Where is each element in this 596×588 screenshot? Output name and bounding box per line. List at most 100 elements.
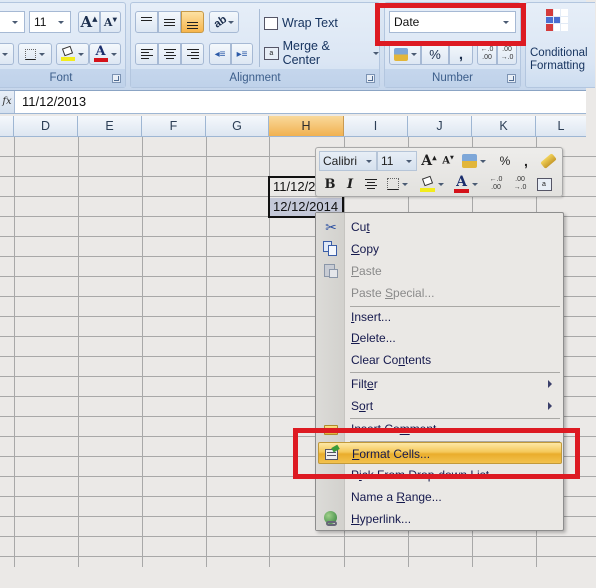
mini-borders-button[interactable]	[384, 174, 410, 194]
align-center-icon	[163, 49, 176, 59]
chevron-down-icon	[12, 21, 18, 24]
increase-indent-button[interactable]: ▸≡	[231, 43, 253, 65]
accounting-format-button[interactable]	[389, 43, 421, 65]
percent-style-button[interactable]: %	[421, 43, 449, 65]
menu-item-insert[interactable]: Insert...	[318, 306, 562, 328]
fx-icon: fx	[2, 96, 12, 107]
dialog-launcher-icon[interactable]	[112, 74, 121, 83]
chevron-down-icon	[373, 51, 379, 55]
bold-dropdown-button[interactable]	[0, 43, 14, 65]
shrink-font-icon: A▼	[442, 155, 454, 167]
fill-color-button[interactable]	[56, 43, 89, 65]
column-header-d[interactable]: D	[14, 116, 78, 136]
format-cells-highlight-box	[293, 428, 580, 479]
increase-decimal-button[interactable]: ←.0.00	[477, 43, 497, 65]
row-header-corner[interactable]	[0, 116, 14, 136]
context-menu: ✂ Cut Copy Paste Paste Special... Insert…	[315, 212, 564, 531]
column-gridline	[142, 137, 143, 567]
font-color-button[interactable]: A	[89, 43, 121, 65]
mini-accounting-button[interactable]	[459, 151, 489, 171]
column-header-f[interactable]: F	[142, 116, 206, 136]
menu-item-sort[interactable]: Sort	[318, 395, 562, 417]
menu-item-cut[interactable]: ✂ Cut	[318, 216, 562, 238]
menu-item-delete[interactable]: Delete...	[318, 327, 562, 349]
align-center-icon	[365, 179, 377, 189]
menu-item-filter[interactable]: Filter	[318, 373, 562, 395]
conditional-formatting-label-2: Formatting	[530, 60, 585, 72]
insert-function-button[interactable]: fx	[0, 91, 15, 113]
borders-icon	[386, 178, 399, 190]
borders-button[interactable]	[18, 43, 52, 65]
comma-label: ,	[524, 153, 528, 169]
mini-font-color-button[interactable]: A	[452, 174, 480, 194]
column-gridline	[14, 137, 15, 567]
text-orientation-icon: ab	[211, 13, 229, 31]
menu-item-copy[interactable]: Copy	[318, 238, 562, 260]
mini-italic-button[interactable]: I	[342, 174, 358, 194]
comma-style-button[interactable]: ,	[449, 43, 473, 65]
orientation-button[interactable]: ab	[209, 11, 239, 33]
decrease-decimal-button[interactable]: .00 →.0	[497, 43, 517, 65]
scissors-icon: ✂	[325, 219, 337, 235]
number-group-label: Number	[385, 69, 520, 87]
menu-item-paste-special[interactable]: Paste Special...	[318, 282, 562, 304]
wrap-text-button[interactable]: Wrap Text	[264, 13, 338, 33]
merge-center-icon: a	[264, 46, 279, 60]
mini-font-name-combo[interactable]: Calibri	[319, 151, 377, 171]
column-header-i[interactable]: I	[344, 116, 408, 136]
decrease-indent-button[interactable]: ◂≡	[209, 43, 231, 65]
number-format-highlight-box	[375, 3, 526, 46]
mini-font-size-combo[interactable]: 11	[377, 151, 417, 171]
align-middle-button[interactable]	[158, 11, 181, 33]
mini-bold-button[interactable]: B	[321, 174, 339, 194]
mini-comma-button[interactable]: ,	[519, 151, 533, 171]
mini-decrease-decimal-button[interactable]: .00 →.0	[510, 174, 530, 194]
formula-input[interactable]: 11/12/2013	[22, 91, 86, 113]
font-size-combo[interactable]: 11	[29, 11, 71, 33]
menu-item-clear-contents[interactable]: Clear Contents	[318, 349, 562, 371]
column-header-h[interactable]: H	[269, 116, 344, 136]
dialog-launcher-icon[interactable]	[366, 74, 375, 83]
menu-item-paste[interactable]: Paste	[318, 260, 562, 282]
mini-center-button[interactable]	[362, 174, 380, 194]
paint-bucket-icon	[420, 175, 435, 192]
align-right-button[interactable]	[181, 43, 204, 65]
align-left-button[interactable]	[135, 43, 158, 65]
font-name-combo[interactable]	[0, 11, 25, 33]
merge-center-button[interactable]: a Merge & Center	[264, 39, 379, 67]
accelerator-key: t	[366, 220, 370, 234]
align-middle-icon	[164, 18, 175, 26]
conditional-formatting-button[interactable]: Conditional Formatting	[526, 7, 590, 72]
menu-item-name-a-range[interactable]: Name a Range...	[318, 486, 562, 508]
conditional-formatting-icon	[546, 9, 568, 31]
column-gridline	[78, 137, 79, 567]
mini-format-painter-button[interactable]	[538, 151, 558, 171]
column-header-j[interactable]: J	[408, 116, 472, 136]
mini-toolbar: Calibri 11 A▲ A▼ % , B I A ←.0 .00 .00 →…	[315, 147, 563, 197]
alignment-group-label: Alignment	[131, 69, 379, 87]
dialog-launcher-icon[interactable]	[507, 74, 516, 83]
column-header-l[interactable]: L	[536, 116, 586, 136]
font-group-label: Font	[0, 69, 125, 87]
decrease-font-size-button[interactable]: A▼	[100, 11, 121, 33]
currency-coins-icon	[393, 47, 408, 61]
column-header-k[interactable]: K	[472, 116, 536, 136]
mini-shrink-font-button[interactable]: A▼	[440, 151, 456, 171]
comma-label: ,	[458, 45, 464, 63]
align-bottom-button[interactable]	[181, 11, 204, 33]
mini-percent-button[interactable]: %	[496, 151, 514, 171]
mini-fill-color-button[interactable]	[418, 174, 446, 194]
align-top-button[interactable]	[135, 11, 158, 33]
accelerator-key: e	[367, 377, 374, 391]
chevron-down-icon	[39, 52, 45, 56]
increase-font-size-button[interactable]: A▲	[78, 11, 100, 33]
menu-item-hyperlink[interactable]: Hyperlink...	[318, 508, 562, 530]
mini-merge-center-button[interactable]: a	[534, 174, 554, 194]
column-header-e[interactable]: E	[78, 116, 142, 136]
column-header-g[interactable]: G	[206, 116, 269, 136]
mini-grow-font-button[interactable]: A▲	[420, 151, 438, 171]
submenu-arrow-icon	[548, 402, 552, 410]
mini-increase-decimal-button[interactable]: ←.0.00	[486, 174, 506, 194]
align-center-button[interactable]	[158, 43, 181, 65]
menu-item-label: Filter	[351, 377, 378, 391]
